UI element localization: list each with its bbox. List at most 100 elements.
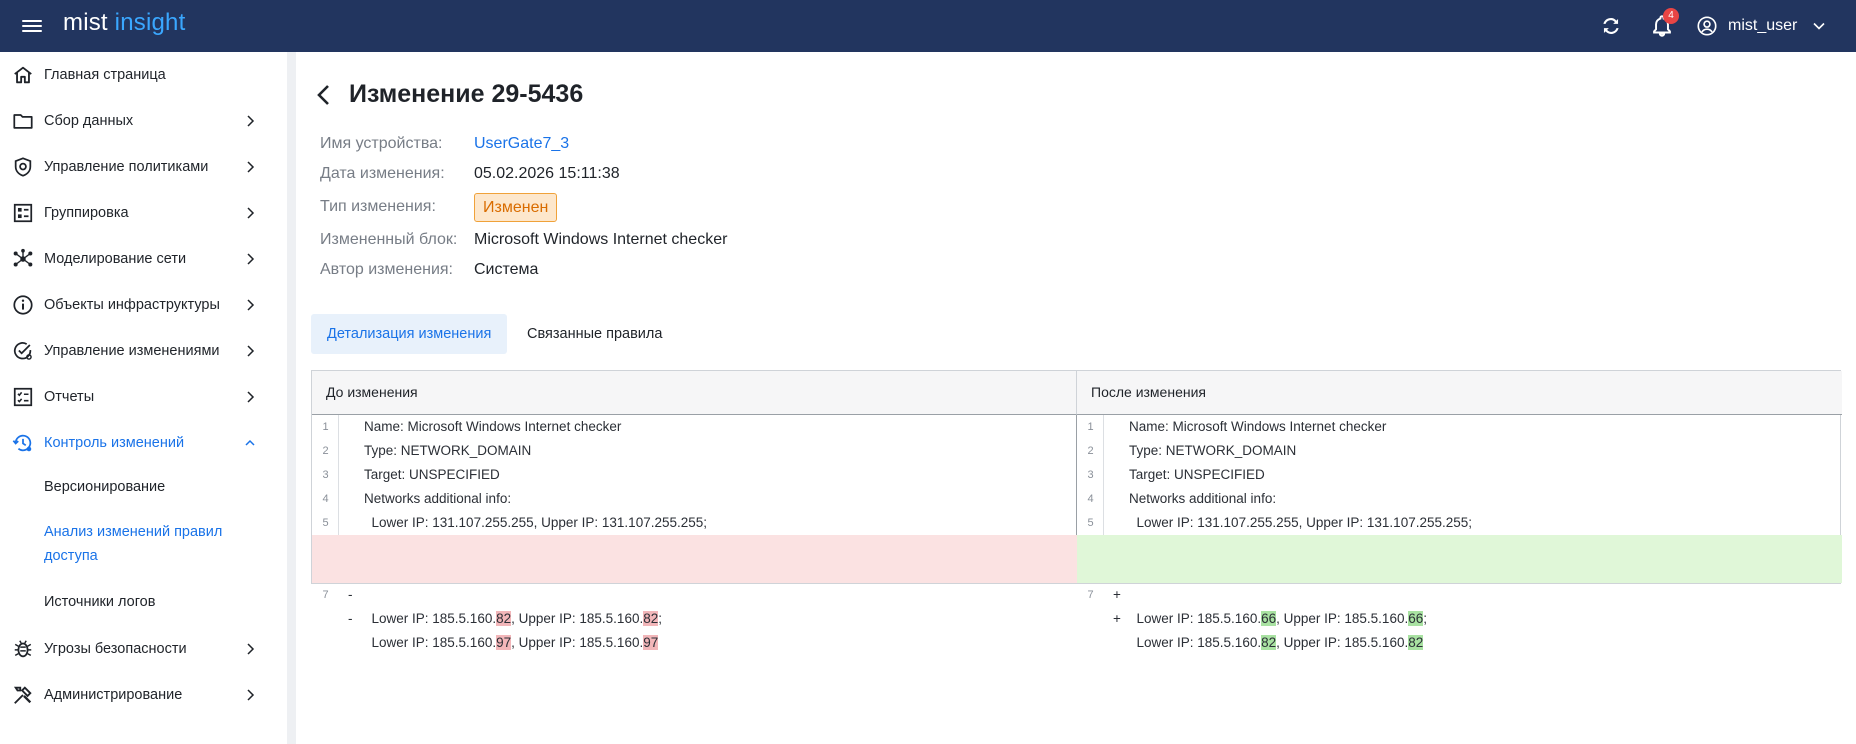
removed-highlight: 82 <box>496 611 512 626</box>
added-marker: + <box>1113 611 1121 626</box>
sidebar-item-home[interactable]: Главная страница <box>0 52 287 98</box>
line-text: Lower IP: 131.107.255.255, Upper IP: 131… <box>1129 515 1473 530</box>
report-icon <box>13 387 33 407</box>
status-badge: Изменен <box>474 193 558 222</box>
added-marker: + <box>1113 587 1121 602</box>
line-number: 2 <box>322 445 329 457</box>
logo-mist: mist <box>63 9 108 36</box>
line-number: 3 <box>322 469 329 481</box>
top-bar: mist insight <box>0 0 1856 52</box>
sidebar-subitem-versioning[interactable]: Версионирование <box>44 475 165 499</box>
history-gear-icon <box>12 434 32 452</box>
diff-line-removed: 7 - Lower IP: 185.5.160.97, Upper IP: 18… <box>312 559 1077 650</box>
removed-marker: - <box>348 611 353 626</box>
diff-line: 5 Lower IP: 131.107.255.255, Upper IP: 1… <box>1077 511 1842 535</box>
check-gear-icon <box>13 342 32 360</box>
sidebar-item-label: Отчеты <box>44 389 95 405</box>
sidebar-item-label: Группировка <box>44 205 129 221</box>
added-highlight: 66 <box>1261 611 1277 626</box>
line-number: 7 <box>322 589 329 601</box>
sidebar-item-label: Главная страница <box>44 67 166 83</box>
added-highlight: 66 <box>1408 611 1424 626</box>
chevron-down-icon <box>1813 22 1825 30</box>
tab-related-rules[interactable]: Связанные правила <box>511 314 678 354</box>
device-link[interactable]: UserGate7_3 <box>474 135 569 153</box>
sidebar-subitem-log-sources[interactable]: Источники логов <box>44 590 155 614</box>
notification-badge: 4 <box>1663 8 1679 24</box>
sidebar-item-label: Объекты инфраструктуры <box>44 297 220 313</box>
home-icon <box>14 66 32 84</box>
back-arrow-icon[interactable] <box>314 82 336 108</box>
page-title: Изменение 29-5436 <box>349 80 584 108</box>
date-value: 05.02.2026 15:11:38 <box>474 165 620 182</box>
sidebar-item-label: Угрозы безопасности <box>44 641 187 657</box>
sidebar-subitem-access-rules-analysis[interactable]: Анализ изменений правил доступа <box>44 520 222 568</box>
block-label: Измененный блок: <box>320 231 458 248</box>
removed-marker: - <box>348 587 353 602</box>
notifications-icon[interactable]: 4 <box>1649 8 1679 39</box>
line-text: Name: Microsoft Windows Internet checker <box>1129 419 1387 434</box>
chevron-right-icon <box>247 689 255 701</box>
main-content: Изменение 29-5436 Имя устройства: UserGa… <box>296 52 1856 744</box>
sidebar-subitem-label-line2: доступа <box>44 548 98 564</box>
type-label: Тип изменения: <box>320 198 436 215</box>
line-text: Networks additional info: <box>364 491 512 506</box>
username: mist_user <box>1728 17 1798 34</box>
chevron-right-icon <box>247 391 255 403</box>
line-text: Lower IP: 185.5.160.82, Upper IP: 185.5.… <box>364 611 663 626</box>
diff-line: 3 Target: UNSPECIFIED <box>312 463 1077 487</box>
author-label: Автор изменения: <box>320 261 453 278</box>
sidebar-item-change-management[interactable]: Управление изменениями <box>0 328 287 374</box>
sidebar-item-security-threats[interactable]: Угрозы безопасности <box>0 626 287 672</box>
line-text: Lower IP: 131.107.255.255, Upper IP: 131… <box>364 515 708 530</box>
line-text: Networks additional info: <box>1129 491 1277 506</box>
diff-pane-after: 1 Name: Microsoft Windows Internet checke… <box>1077 415 1842 650</box>
diff-pane-before: 1 Name: Microsoft Windows Internet checke… <box>312 415 1077 650</box>
sync-icon[interactable] <box>1598 13 1624 39</box>
diff-line: 1 Name: Microsoft Windows Internet checke… <box>312 415 1077 439</box>
line-text: Lower IP: 185.5.160.97, Upper IP: 185.5.… <box>364 635 659 650</box>
diff-line: 5 Lower IP: 131.107.255.255, Upper IP: 1… <box>312 511 1077 535</box>
user-menu[interactable]: mist_user <box>1696 13 1835 39</box>
tab-change-details[interactable]: Детализация изменения <box>311 314 508 354</box>
chevron-right-icon <box>247 643 255 655</box>
shield-icon <box>14 157 32 177</box>
line-number: 4 <box>322 493 329 505</box>
network-icon <box>13 248 33 267</box>
line-number: 1 <box>1087 421 1094 433</box>
diff-line: 2 Type: NETWORK_DOMAIN <box>1077 439 1842 463</box>
diff-header-before: До изменения <box>312 371 1077 415</box>
sidebar-item-change-control[interactable]: Контроль изменений <box>0 420 287 466</box>
line-number: 5 <box>322 517 329 529</box>
sidebar-item-data-collection[interactable]: Сбор данных <box>0 98 287 144</box>
added-highlight: 82 <box>1408 635 1424 650</box>
bug-icon <box>14 640 32 658</box>
date-label: Дата изменения: <box>320 165 445 182</box>
sidebar-item-reports[interactable]: Отчеты <box>0 374 287 420</box>
diff-line: 4 Networks additional info: <box>312 487 1077 511</box>
sidebar-item-infrastructure[interactable]: Объекты инфраструктуры <box>0 282 287 328</box>
menu-icon[interactable] <box>22 17 44 35</box>
sidebar-divider <box>287 52 296 744</box>
block-value: Microsoft Windows Internet checker <box>474 231 728 248</box>
logo[interactable]: mist insight <box>63 9 185 37</box>
sidebar-item-policies[interactable]: Управление политиками <box>0 144 287 190</box>
diff-line-added: 6 + Lower IP: 185.5.160.66, Upper IP: 18… <box>1077 535 1842 626</box>
removed-highlight: 97 <box>496 635 512 650</box>
line-number: 3 <box>1087 469 1094 481</box>
chevron-right-icon <box>247 115 255 127</box>
grouping-icon <box>13 203 33 223</box>
chevron-right-icon <box>247 253 255 265</box>
user-circle-icon <box>1697 16 1717 36</box>
tools-icon <box>13 686 32 704</box>
sidebar-item-administration[interactable]: Администрирование <box>0 672 287 718</box>
line-text: Type: NETWORK_DOMAIN <box>364 443 532 458</box>
line-text: Type: NETWORK_DOMAIN <box>1129 443 1297 458</box>
sidebar-item-label: Моделирование сети <box>44 251 187 267</box>
sidebar-item-network-modeling[interactable]: Моделирование сети <box>0 236 287 282</box>
diff-line: 2 Type: NETWORK_DOMAIN <box>312 439 1077 463</box>
chevron-up-icon <box>245 439 255 446</box>
sidebar-item-grouping[interactable]: Группировка <box>0 190 287 236</box>
added-highlight: 82 <box>1261 635 1277 650</box>
line-number: 5 <box>1087 517 1094 529</box>
